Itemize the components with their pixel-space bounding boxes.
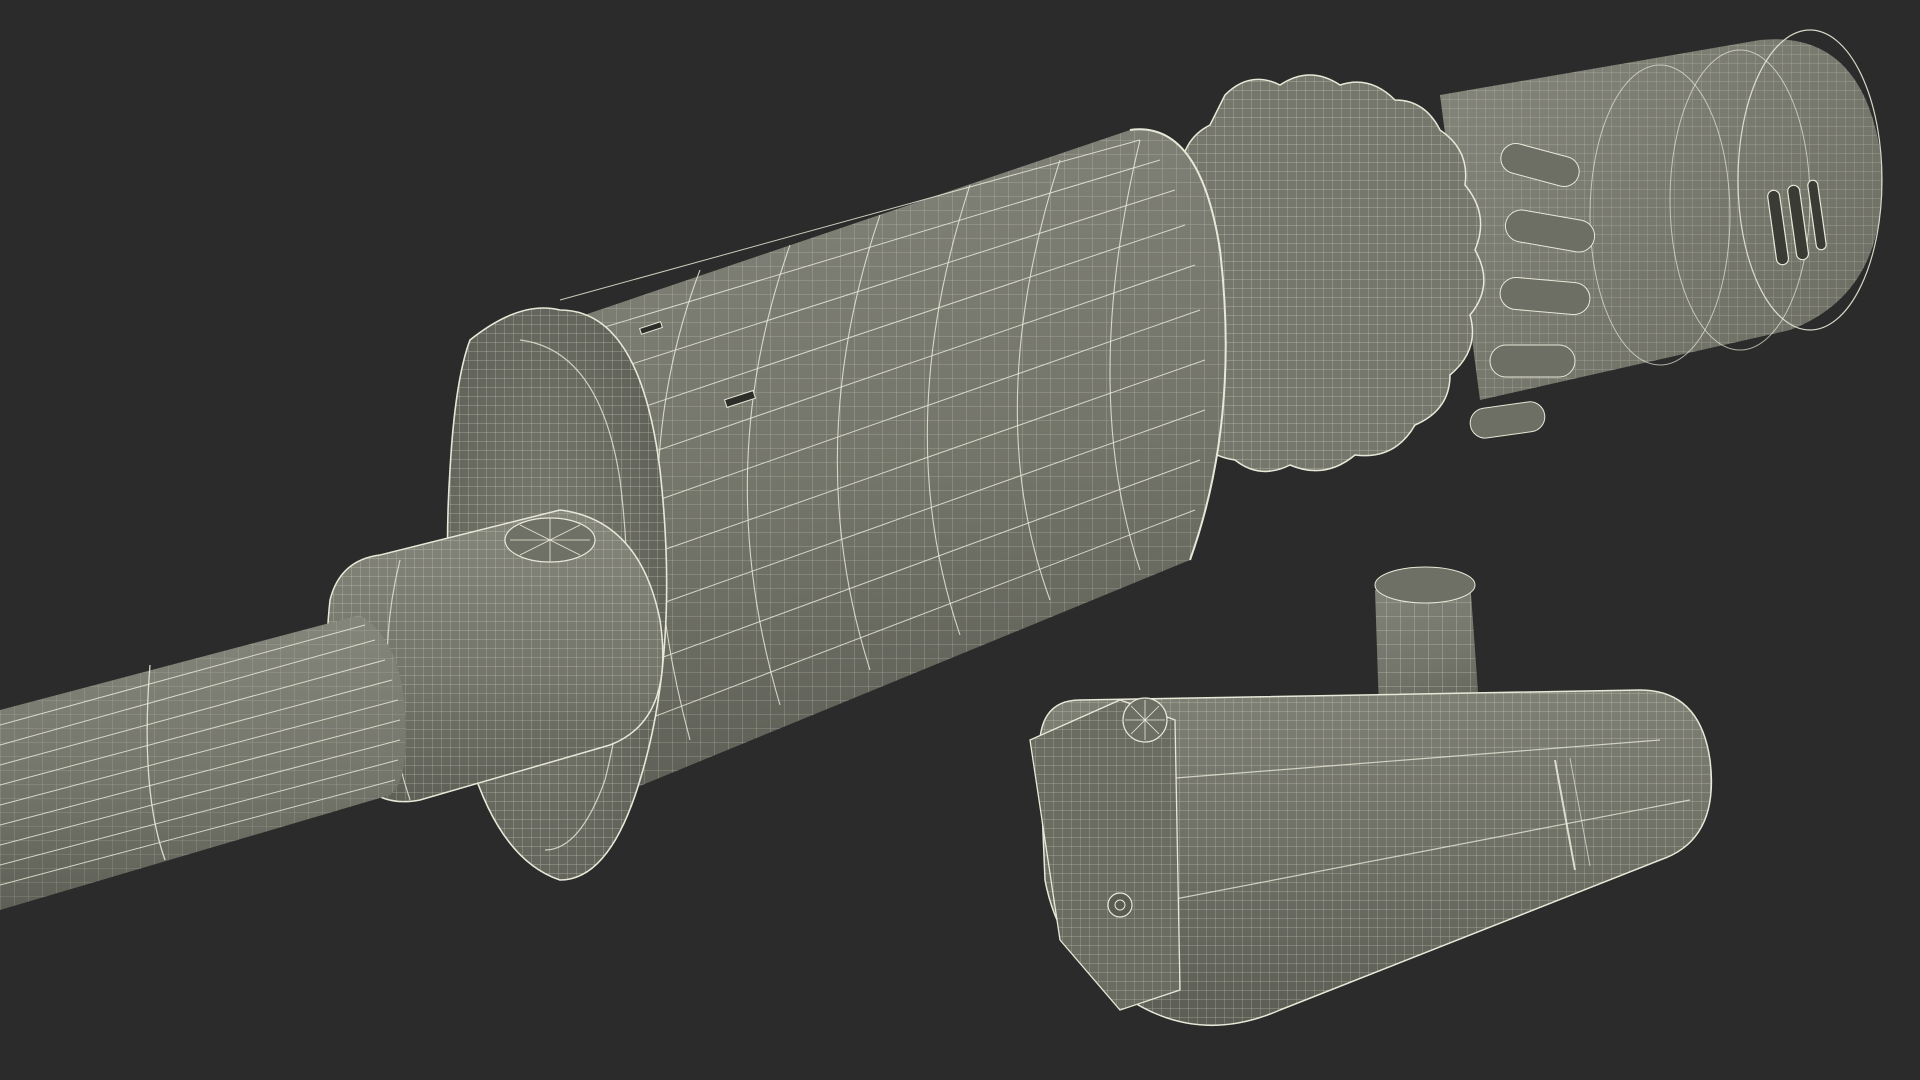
screw-icon xyxy=(1107,892,1133,918)
wireframe-render-viewport xyxy=(0,0,1920,1080)
